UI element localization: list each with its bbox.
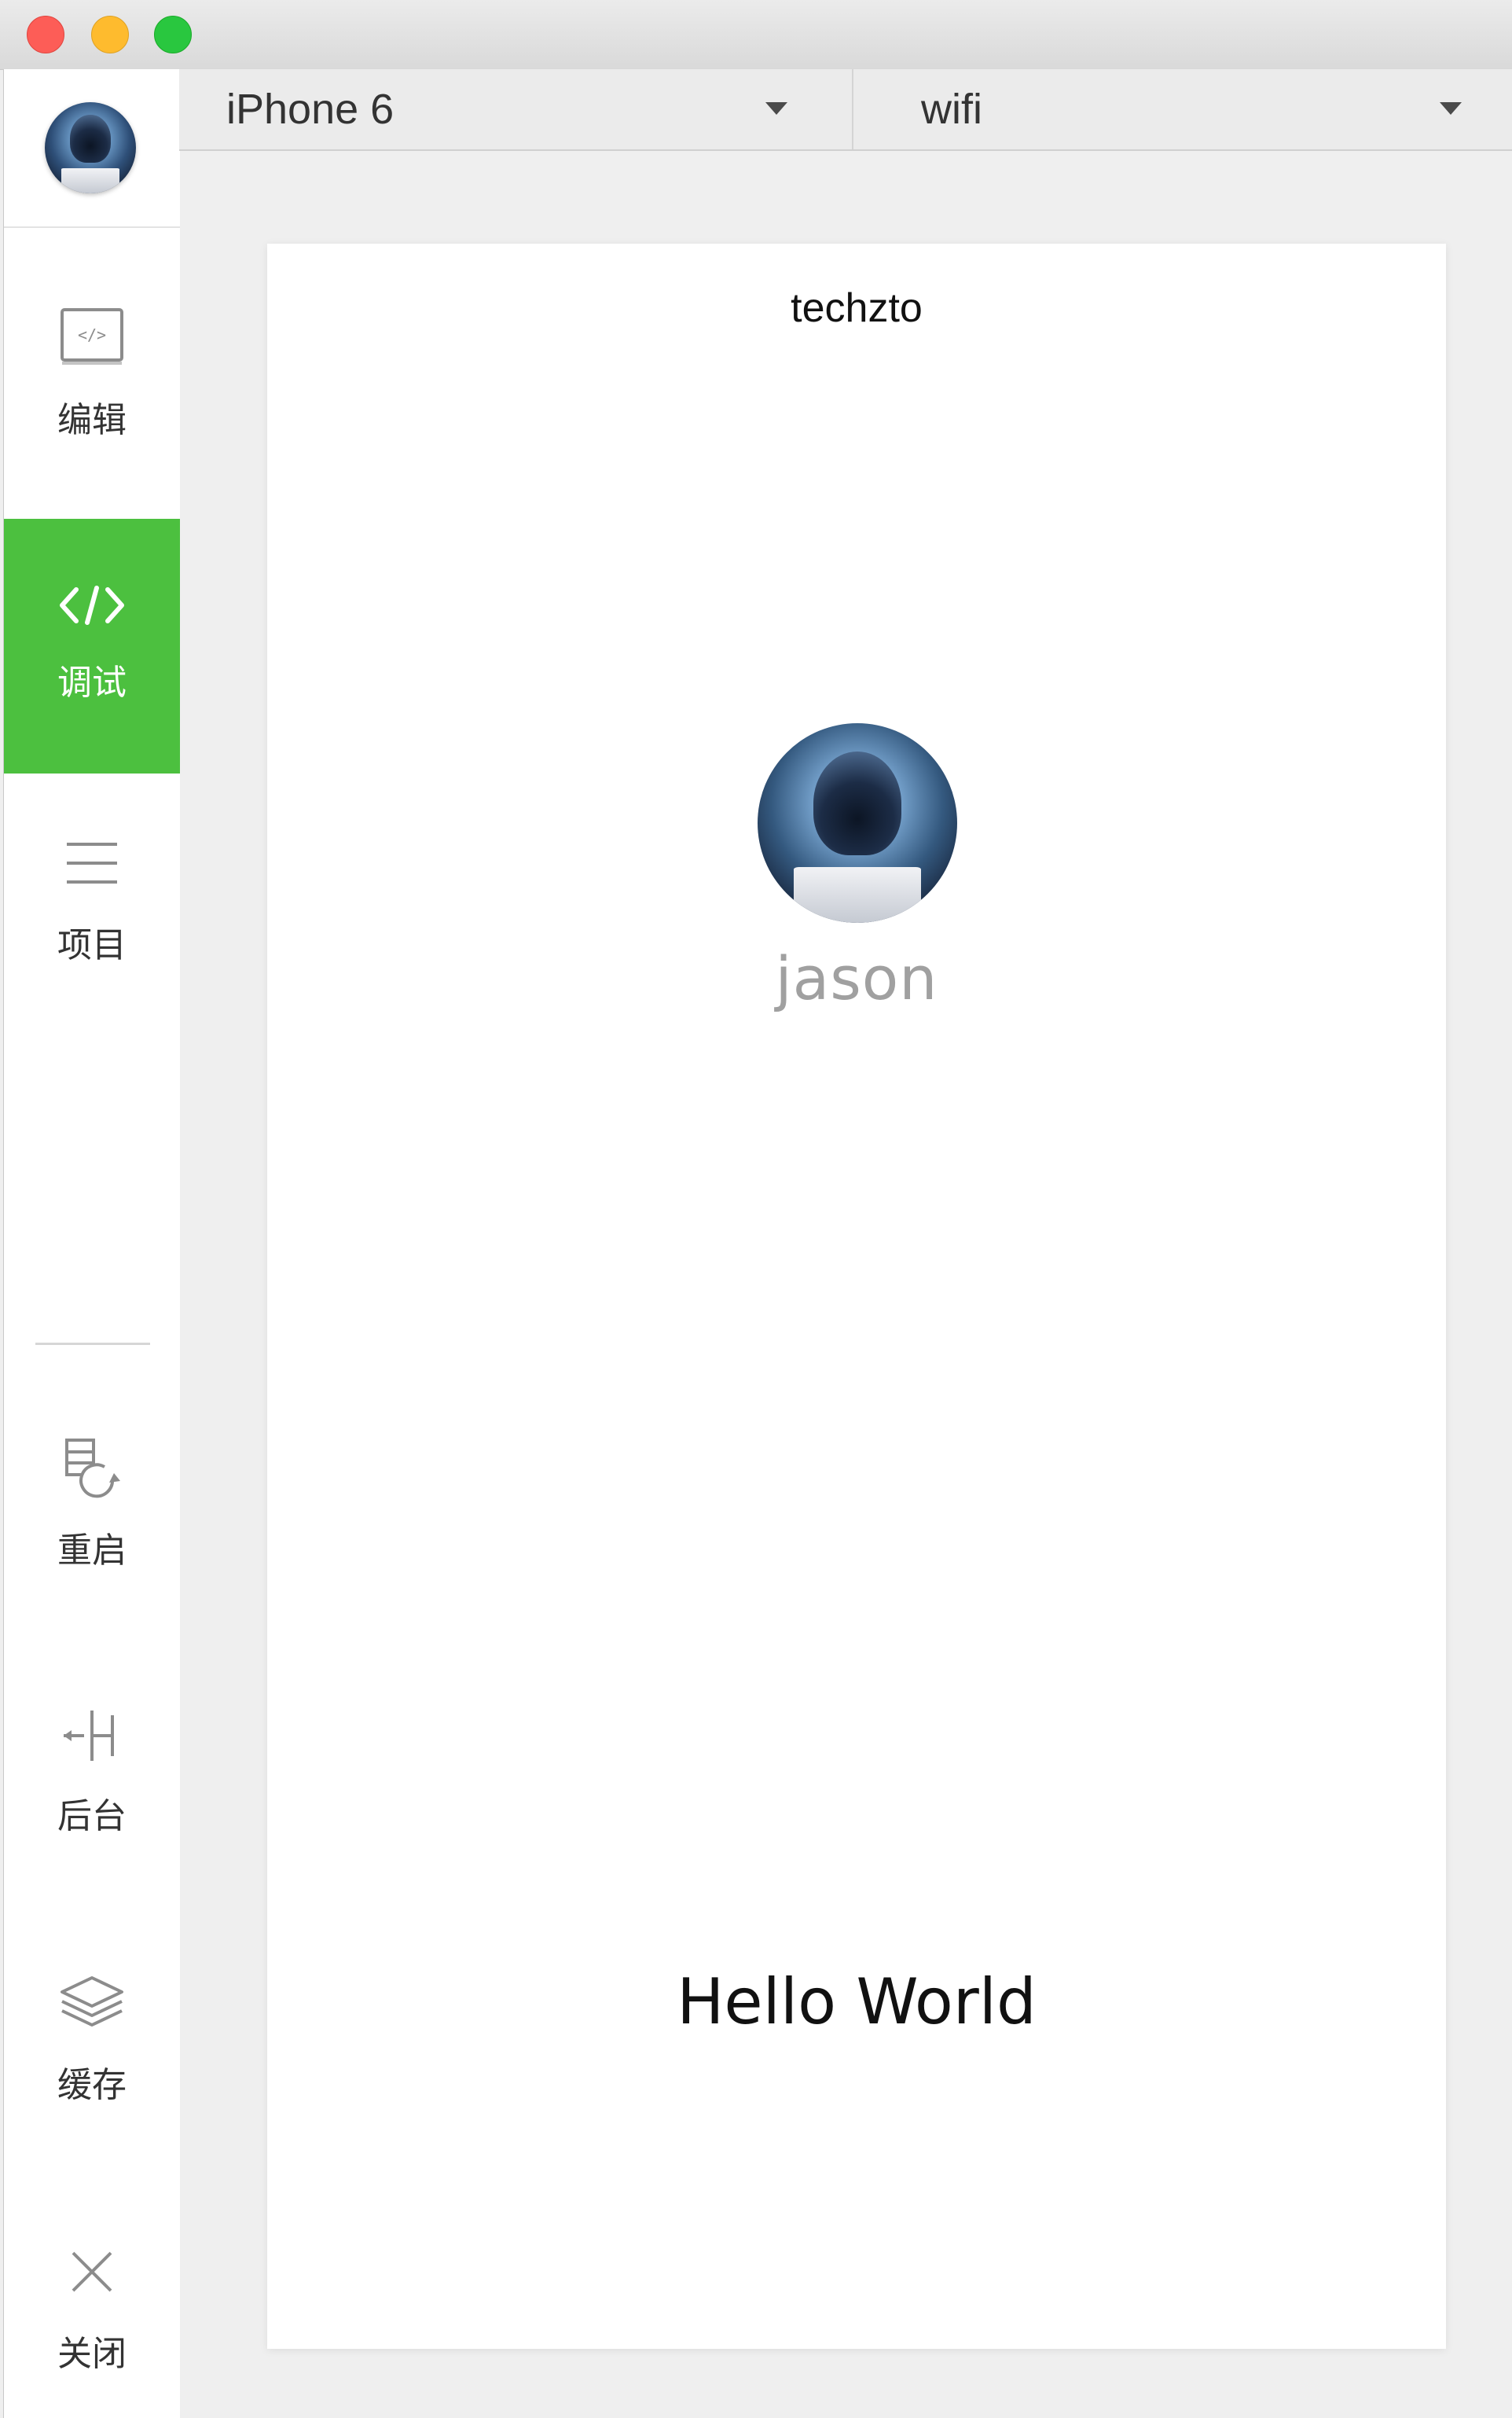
restart-icon (65, 1439, 120, 1498)
toolbar: iPhone 6 wifi (179, 69, 1512, 151)
background-icon (64, 1711, 114, 1761)
device-select[interactable]: iPhone 6 (179, 69, 853, 149)
svg-text:</>: </> (78, 325, 106, 344)
window-close-button[interactable] (27, 16, 64, 53)
window-minimize-button[interactable] (91, 16, 129, 53)
avatar-hood-graphic (813, 751, 901, 855)
sidebar: </> 编辑 调试 项目 重启 后台 缓存 关闭 (3, 69, 180, 2418)
avatar-laptop-graphic (793, 866, 922, 923)
network-select-value: wifi (921, 86, 982, 133)
avatar-hood-graphic (70, 115, 111, 163)
window-zoom-button[interactable] (154, 16, 192, 53)
sidebar-item-label: 重启 (57, 1531, 127, 1571)
sidebar-item-label: 项目 (57, 925, 127, 965)
sidebar-item-label: 后台 (57, 1796, 127, 1836)
layers-icon (61, 1976, 123, 2027)
title-bar (0, 0, 1512, 70)
close-icon (72, 2251, 112, 2292)
sidebar-item-background[interactable]: 后台 (4, 1695, 180, 1907)
sidebar-divider (35, 1343, 150, 1345)
code-brackets-icon (60, 586, 124, 625)
avatar[interactable] (45, 102, 136, 193)
sidebar-item-label: 缓存 (57, 2065, 127, 2105)
device-select-value: iPhone 6 (226, 86, 395, 133)
sidebar-item-debug[interactable]: 调试 (4, 519, 180, 774)
sidebar-avatar-area (4, 69, 180, 228)
hello-message: Hello World (677, 1965, 1037, 2038)
menu-lines-icon (67, 843, 117, 884)
sidebar-item-project[interactable]: 项目 (4, 824, 180, 1036)
sidebar-item-edit[interactable]: </> 编辑 (4, 297, 180, 509)
username-label: jason (775, 943, 938, 1013)
page-title: techzto (791, 285, 923, 331)
sidebar-item-restart[interactable]: 重启 (4, 1429, 180, 1641)
app-window: </> 编辑 调试 项目 重启 后台 缓存 关闭 iPhone 6 wifi t… (0, 0, 1512, 2418)
chevron-down-icon (1440, 102, 1462, 115)
sidebar-item-cache[interactable]: 缓存 (4, 1964, 180, 2176)
sidebar-item-close[interactable]: 关闭 (4, 2232, 180, 2418)
user-avatar[interactable] (758, 723, 957, 923)
network-select[interactable]: wifi (853, 69, 1512, 149)
chevron-down-icon (765, 102, 787, 115)
phone-preview: techzto jason Hello World (267, 244, 1446, 2349)
sidebar-item-label: 关闭 (57, 2334, 127, 2374)
sidebar-item-label: 编辑 (57, 400, 127, 440)
avatar-laptop-graphic (61, 167, 120, 193)
sidebar-item-label: 调试 (57, 663, 127, 703)
code-window-icon: </> (61, 308, 123, 365)
